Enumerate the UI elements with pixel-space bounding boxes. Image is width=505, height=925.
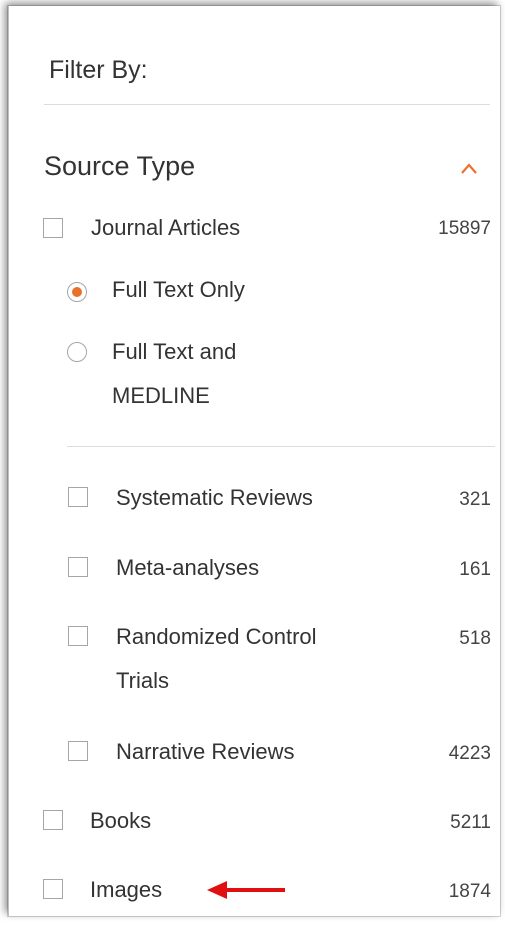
meta-analyses-count: 161 (459, 559, 491, 580)
narrative-reviews-count: 4223 (448, 743, 491, 764)
meta-analyses-label: Meta-analyses (116, 555, 260, 580)
full-text-only-radio[interactable] (67, 282, 87, 302)
images-checkbox[interactable] (43, 879, 63, 899)
systematic-reviews-count: 321 (459, 489, 491, 510)
full-text-only-label: Full Text Only (112, 277, 245, 302)
filter-option-meta-analyses[interactable]: Meta-analyses 161 (9, 552, 501, 586)
randomized-control-trials-count: 518 (459, 628, 491, 649)
journal-articles-count: 15897 (438, 218, 491, 239)
left-arrow-icon (207, 881, 285, 899)
radio-option-full-text-medline[interactable]: Full Text and MEDLINE (9, 336, 501, 416)
filter-option-systematic-reviews[interactable]: Systematic Reviews 321 (9, 482, 501, 516)
journal-articles-label: Journal Articles (91, 215, 241, 240)
radio-option-full-text-only[interactable]: Full Text Only (9, 274, 501, 308)
randomized-control-trials-label-line1: Randomized Control (116, 624, 317, 649)
journal-articles-checkbox[interactable] (43, 218, 63, 238)
images-count: 1874 (448, 881, 491, 902)
books-label: Books (90, 808, 152, 833)
filter-option-books[interactable]: Books 5211 (9, 805, 501, 839)
meta-analyses-checkbox[interactable] (68, 557, 88, 577)
books-count: 5211 (450, 812, 491, 833)
narrative-reviews-checkbox[interactable] (68, 741, 88, 761)
books-checkbox[interactable] (43, 810, 63, 830)
filter-option-journal-articles[interactable]: Journal Articles 15897 (9, 212, 501, 246)
narrative-reviews-label: Narrative Reviews (116, 739, 295, 764)
randomized-control-trials-checkbox[interactable] (68, 626, 88, 646)
images-label: Images (90, 877, 163, 902)
section-title-source-type[interactable]: Source Type (44, 151, 195, 182)
filter-option-randomized-control-trials[interactable]: Randomized Control Trials 518 (9, 621, 501, 701)
full-text-medline-label-line1: Full Text and (112, 339, 237, 364)
subtype-divider (67, 446, 495, 447)
filter-panel-frame: Filter By: Source Type Journal Articles … (8, 6, 500, 916)
filter-option-narrative-reviews[interactable]: Narrative Reviews 4223 (9, 736, 501, 770)
systematic-reviews-label: Systematic Reviews (116, 485, 313, 510)
filter-heading: Filter By: (49, 56, 148, 84)
full-text-medline-radio[interactable] (67, 342, 87, 362)
chevron-up-icon[interactable] (461, 160, 477, 176)
randomized-control-trials-label-line2: Trials (116, 668, 169, 693)
systematic-reviews-checkbox[interactable] (68, 487, 88, 507)
filter-panel: Filter By: Source Type Journal Articles … (8, 6, 500, 916)
heading-divider (44, 104, 490, 105)
full-text-medline-label-line2: MEDLINE (112, 383, 210, 408)
